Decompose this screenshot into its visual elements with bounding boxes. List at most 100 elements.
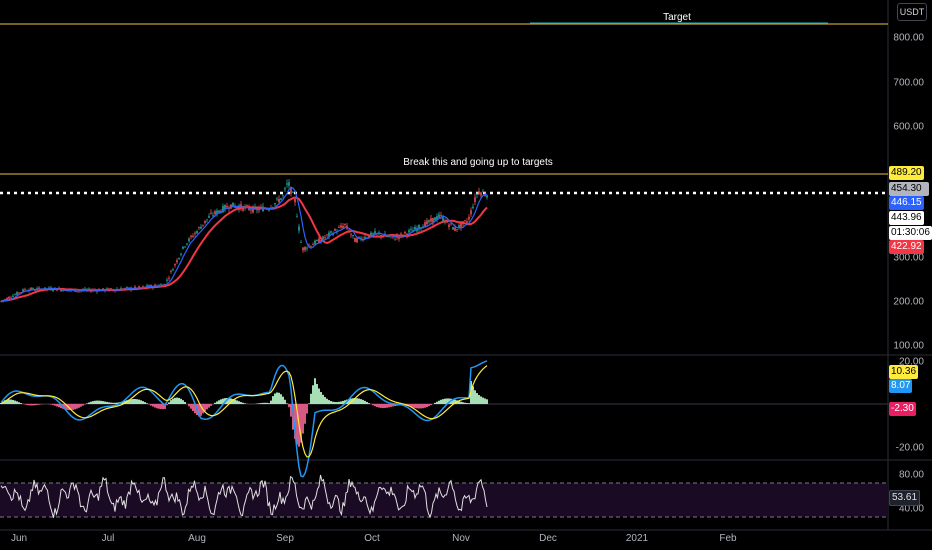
macd-hist-bar <box>424 404 426 408</box>
candle-body <box>282 195 284 197</box>
candle-body <box>246 205 248 207</box>
candle-body <box>16 291 18 295</box>
macd-hist-bar <box>268 403 270 404</box>
macd-hist-bar <box>242 402 244 404</box>
candle-body <box>296 216 298 218</box>
macd-hist-bar <box>274 393 276 404</box>
macd-hist-bar <box>304 404 306 424</box>
macd-hist-bar <box>214 402 216 404</box>
candle-body <box>294 198 296 203</box>
macd-hist-bar <box>172 398 174 404</box>
rsi-band <box>0 483 888 517</box>
macd-hist-bar <box>434 402 436 404</box>
macd-hist-bar <box>98 400 100 404</box>
candle-body <box>292 192 294 194</box>
macd-hist-bar <box>152 404 154 407</box>
candle-body <box>76 291 78 292</box>
macd-hist-bar <box>332 401 334 404</box>
candle-body <box>276 198 278 200</box>
time-label: Nov <box>452 533 470 544</box>
macd-hist-bar <box>440 399 442 404</box>
macd-hist-bar <box>192 404 194 412</box>
candle-body <box>400 233 402 235</box>
candle-body <box>172 269 174 271</box>
candle-body <box>342 225 344 229</box>
macd-hist-bar <box>468 403 470 404</box>
macd-hist-bar <box>14 400 16 404</box>
macd-hist-bar <box>176 397 178 404</box>
candle-body <box>278 198 280 203</box>
candle-body <box>340 225 342 228</box>
ma-slow-line[interactable] <box>0 196 488 303</box>
macd-hist-bar <box>158 404 160 409</box>
signal-line[interactable] <box>0 365 488 458</box>
macd-hist-bar <box>422 404 424 409</box>
candle-body <box>472 206 474 209</box>
candle-body <box>474 197 476 202</box>
candle-body <box>452 227 454 230</box>
breakout-annotation[interactable]: Break this and going up to targets <box>403 157 553 168</box>
macd-hist-bar <box>140 400 142 404</box>
rsi-value-tag: 53.61 <box>889 490 921 506</box>
macd-hist-bar <box>374 404 376 407</box>
candle-body <box>334 229 336 231</box>
candle-body <box>408 230 410 233</box>
macd-hist-bar <box>72 404 74 410</box>
macd-hist-bar <box>96 400 98 404</box>
candle-body <box>286 183 288 185</box>
candle-body <box>324 237 326 239</box>
candle-body <box>10 297 12 299</box>
ma-fast-line[interactable] <box>0 187 488 302</box>
candle-body <box>22 289 24 292</box>
rsi-tick: 80.00 <box>898 469 924 481</box>
macd-hist-bar <box>204 404 206 412</box>
macd-tick: -20.00 <box>895 442 924 454</box>
macd-hist-bar <box>206 404 208 410</box>
macd-hist-bar <box>314 378 316 404</box>
candle-body <box>410 228 412 230</box>
chart-canvas[interactable] <box>0 0 932 550</box>
currency-label[interactable]: USDT <box>897 3 927 21</box>
target-label[interactable]: Target <box>663 12 691 23</box>
candle-body <box>486 195 488 198</box>
candle-body <box>464 220 466 222</box>
macd-hist-bar <box>58 404 60 408</box>
macd-hist-bar <box>54 404 56 406</box>
macd-hist-bar <box>264 402 266 404</box>
macd-hist-bar <box>478 395 480 404</box>
macd-hist-bar <box>442 399 444 404</box>
macd-hist-bar <box>360 399 362 404</box>
macd-hist-bar <box>178 397 180 404</box>
macd-hist-bar <box>476 393 478 404</box>
macd-hist-bar <box>412 404 414 408</box>
candle-body <box>226 205 228 208</box>
resistance-price-tag: 489.20 <box>889 166 924 180</box>
last-price-tag: 454.30 <box>889 182 929 196</box>
macd-hist-bar <box>8 399 10 404</box>
candle-body <box>214 211 216 214</box>
macd-hist-bar <box>368 403 370 404</box>
candle-body <box>210 212 212 214</box>
candle-body <box>268 209 270 211</box>
macd-hist-bar <box>418 404 420 409</box>
candle-body <box>450 223 452 225</box>
macd-hist-bar <box>270 400 272 404</box>
price-tick: 100.00 <box>893 340 924 352</box>
macd-hist-bar <box>108 402 110 404</box>
macd-hist-bar <box>436 401 438 404</box>
macd-line[interactable] <box>0 360 488 478</box>
macd-hist-bar <box>376 404 378 408</box>
macd-hist-bar <box>316 384 318 404</box>
macd-hist-bar <box>238 401 240 404</box>
macd-hist-bar <box>466 403 468 404</box>
macd-hist-bar <box>358 398 360 404</box>
macd-hist-bar <box>362 399 364 404</box>
candle-body <box>168 277 170 279</box>
macd-hist-bar <box>306 404 308 414</box>
candle-body <box>284 188 286 190</box>
time-label: Dec <box>539 533 557 544</box>
candle-body <box>56 290 58 292</box>
macd-hist-bar <box>258 403 260 404</box>
candle-body <box>190 235 192 238</box>
candle-body <box>466 221 468 223</box>
